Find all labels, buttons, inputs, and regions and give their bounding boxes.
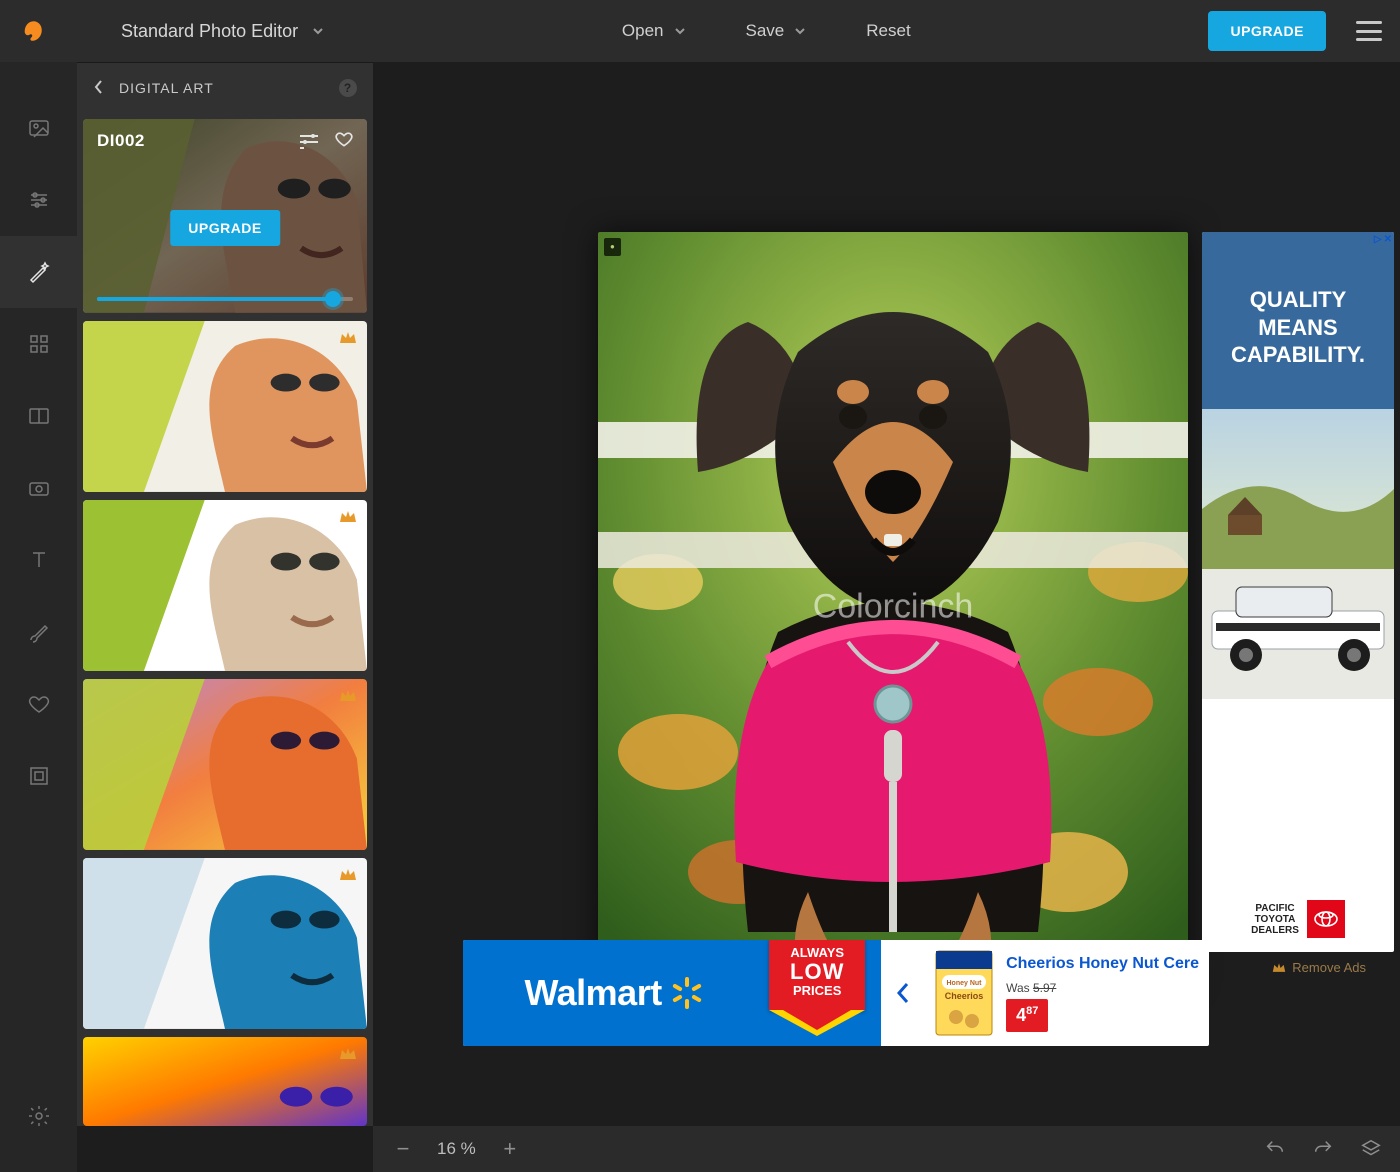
effect-thumbnail-list[interactable]: DI002 UPGRADE	[77, 113, 373, 1126]
ad-sky-headline: QUALITY MEANS CAPABILITY.	[1202, 232, 1394, 409]
svg-text:Honey Nut: Honey Nut	[947, 980, 983, 987]
effect-upgrade-button[interactable]: UPGRADE	[170, 210, 280, 246]
undo-icon[interactable]	[1264, 1138, 1286, 1160]
capture-tool-icon[interactable]	[0, 452, 77, 524]
ad-banner-low-prices: ALWAYS LOW PRICES	[765, 940, 881, 1046]
effect-thumb[interactable]	[83, 679, 367, 850]
effect-thumb[interactable]	[83, 1037, 367, 1126]
svg-text:Cheerios: Cheerios	[945, 991, 984, 1001]
product-image: Honey Nut Cheerios	[934, 949, 994, 1037]
open-label: Open	[622, 21, 664, 41]
frame-tool-icon[interactable]	[0, 740, 77, 812]
left-tool-rail	[0, 62, 77, 1172]
walmart-spark-icon	[670, 976, 704, 1010]
reset-button[interactable]: Reset	[866, 21, 910, 41]
effect-settings-icon[interactable]	[299, 133, 319, 152]
sidebar-header: DIGITAL ART ?	[77, 63, 373, 113]
ad-sky-image	[1202, 409, 1394, 699]
magic-wand-icon[interactable]	[0, 236, 77, 308]
topbar-center: Open Save Reset	[622, 21, 911, 41]
remove-ads-link[interactable]: Remove Ads	[1272, 960, 1366, 975]
top-bar: Standard Photo Editor Open Save Reset UP…	[0, 0, 1400, 62]
effect-thumb[interactable]	[83, 858, 367, 1029]
zoom-in-button[interactable]: +	[498, 1137, 522, 1161]
zoom-out-button[interactable]: −	[391, 1137, 415, 1161]
back-chevron-icon[interactable]	[93, 79, 105, 98]
sidebar-title: DIGITAL ART	[119, 80, 214, 96]
zoom-controls: − 16 % +	[391, 1137, 522, 1161]
effect-thumb[interactable]	[83, 321, 367, 492]
premium-crown-icon	[339, 689, 357, 703]
image-canvas[interactable]: ● Colorcinch	[598, 232, 1188, 982]
ad-sky-dealer: PACIFIC TOYOTA DEALERS	[1202, 900, 1394, 938]
reset-label: Reset	[866, 21, 910, 41]
effect-thumb[interactable]	[83, 500, 367, 671]
app-title-text: Standard Photo Editor	[121, 21, 298, 42]
status-bar: − 16 % +	[373, 1126, 1400, 1172]
selected-effect-label: DI002	[97, 131, 145, 151]
product-was-price: Was 5.97	[1006, 981, 1199, 995]
premium-crown-icon	[339, 331, 357, 345]
text-tool-icon[interactable]	[0, 524, 77, 596]
zoom-level: 16 %	[437, 1139, 476, 1159]
ad-banner-product[interactable]: Honey Nut Cheerios Cheerios Honey Nut Ce…	[924, 940, 1209, 1046]
app-logo	[18, 17, 46, 45]
remove-ads-label: Remove Ads	[1292, 960, 1366, 975]
compare-tool-icon[interactable]	[0, 380, 77, 452]
product-price: 487	[1006, 999, 1048, 1032]
effect-thumb-selected[interactable]: DI002 UPGRADE	[83, 119, 367, 313]
status-right	[1264, 1138, 1382, 1160]
layers-icon[interactable]	[1360, 1138, 1382, 1160]
ad-skyscraper[interactable]: ▷✕ QUALITY MEANS CAPABILITY.	[1202, 232, 1394, 952]
hamburger-menu-icon[interactable]	[1356, 21, 1382, 41]
save-label: Save	[746, 21, 785, 41]
save-menu[interactable]: Save	[746, 21, 807, 41]
effect-intensity-slider[interactable]	[97, 297, 353, 301]
grid-tool-icon[interactable]	[0, 308, 77, 380]
premium-crown-icon	[339, 868, 357, 882]
ad-banner[interactable]: Walmart ALWAYS LOW PRICES	[463, 940, 1209, 1046]
premium-crown-icon	[339, 510, 357, 524]
ad-info-icon[interactable]: ▷✕	[1374, 234, 1392, 245]
image-tool-icon[interactable]	[0, 92, 77, 164]
premium-crown-icon	[339, 1047, 357, 1061]
heart-tool-icon[interactable]	[0, 668, 77, 740]
app-title-dropdown[interactable]: Standard Photo Editor	[121, 21, 324, 42]
product-info: Cheerios Honey Nut Cere Was 5.97 487	[1006, 955, 1199, 1032]
sliders-tool-icon[interactable]	[0, 164, 77, 236]
topbar-right: UPGRADE	[1208, 11, 1382, 51]
settings-icon[interactable]	[0, 1080, 77, 1152]
canvas-area[interactable]: ● Colorcinch ▷✕ QUALITY MEANS CAPABILITY…	[373, 62, 1400, 1126]
effects-sidebar: DIGITAL ART ? DI002 UPG	[77, 62, 373, 1126]
ad-prev-chevron-icon[interactable]	[881, 940, 924, 1046]
toyota-logo-icon	[1307, 900, 1345, 938]
upgrade-button[interactable]: UPGRADE	[1208, 11, 1326, 51]
favorite-heart-icon[interactable]	[333, 129, 355, 152]
open-menu[interactable]: Open	[622, 21, 686, 41]
brush-tool-icon[interactable]	[0, 596, 77, 668]
product-name: Cheerios Honey Nut Cere	[1006, 955, 1199, 973]
help-icon[interactable]: ?	[339, 79, 357, 97]
redo-icon[interactable]	[1312, 1138, 1334, 1160]
canvas-badge: ●	[604, 238, 621, 256]
ad-banner-brand: Walmart	[463, 940, 765, 1046]
